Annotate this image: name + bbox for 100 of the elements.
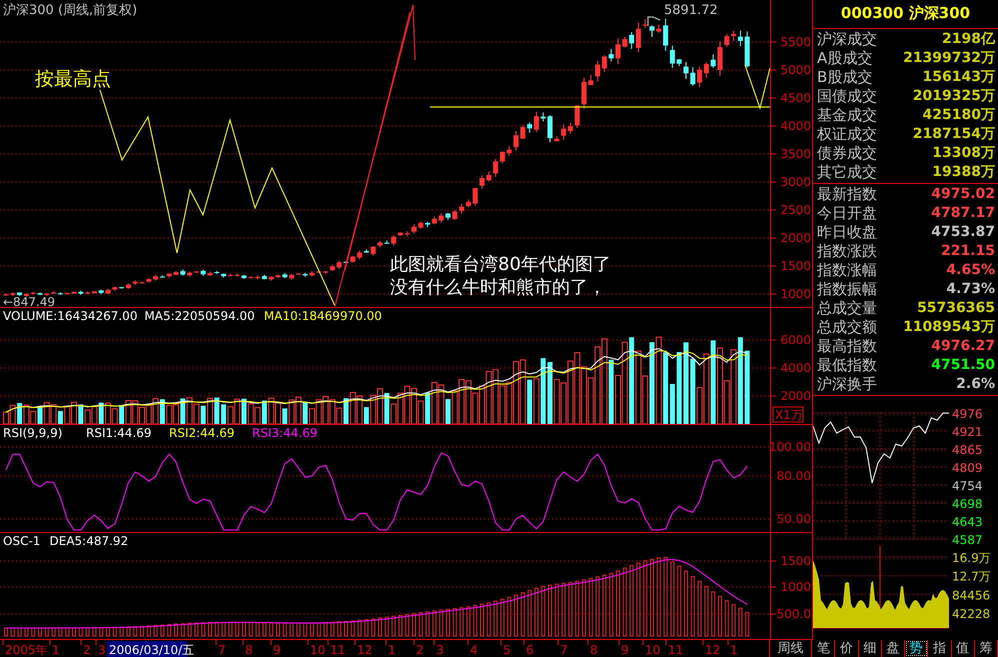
quote-label: 最新指数 — [817, 184, 877, 204]
indicator-label: OSC-1 — [3, 534, 40, 548]
axis-label: 2000 — [780, 231, 811, 245]
quote-value: 4787.17 — [931, 205, 995, 222]
quote-value: 19388万 — [932, 163, 995, 182]
axis-label: 2000 — [780, 389, 811, 403]
quote-value: 2.6% — [956, 376, 995, 392]
quote-value: 221.15 — [940, 243, 995, 260]
quote-value: 4751.50 — [931, 357, 995, 374]
date-label: 10 — [645, 643, 660, 657]
price-scale-label: 4643 — [952, 514, 983, 529]
axis-label: 80.00 — [776, 469, 811, 483]
chart-title: 沪深300 (周线,前复权) — [3, 3, 138, 18]
quote-label: A股成交 — [817, 48, 872, 68]
axis-label: 6000 — [780, 333, 811, 347]
date-label: 2 — [83, 643, 91, 657]
axis-label: 5500 — [780, 35, 811, 49]
quote-value: 4975.02 — [931, 186, 995, 202]
date-label: 11 — [668, 643, 684, 657]
quote-value: 13308万 — [932, 144, 995, 162]
quote-value: 4.65% — [946, 262, 995, 278]
date-label: 9 — [621, 643, 629, 657]
quote-value: 21399732万 — [903, 49, 995, 68]
date-label: 2 — [416, 643, 424, 657]
quote-value: 156143万 — [922, 68, 995, 86]
indicator-label: RSI1:44.69 — [86, 426, 152, 440]
quote-value: 4976.27 — [931, 338, 995, 354]
date-label: 1 — [388, 643, 396, 657]
axis-label: 1500 — [780, 554, 811, 568]
date-label: 4 — [470, 643, 478, 657]
date-label: 11 — [330, 643, 346, 657]
volume-scale-label: 12.7万 — [952, 570, 991, 584]
quote-label: 总成交额 — [817, 318, 877, 337]
quote-value: 4.73% — [946, 281, 995, 298]
quote-value: 2019325万 — [912, 87, 995, 106]
unit-label: X1万 — [772, 406, 804, 422]
date-label: 3 — [436, 643, 444, 657]
axis-label: 4500 — [780, 91, 811, 105]
date-label: 10 — [310, 643, 326, 657]
date-label: 2005年 — [5, 643, 48, 657]
indicator-label: RSI3:44.69 — [252, 426, 318, 440]
date-label: 5 — [503, 643, 511, 657]
date-label: 1 — [730, 643, 738, 657]
comment-text: 此图就看台湾80年代的图了 — [390, 254, 611, 275]
quote-label: 指数涨幅 — [817, 260, 877, 280]
quote-value: 2187154万 — [912, 125, 995, 144]
axis-label: 3000 — [780, 175, 811, 189]
volume-scale-label: 16.9万 — [952, 550, 991, 565]
indicator-label: DEA5:487.92 — [50, 534, 128, 548]
axis-label: 1500 — [780, 259, 811, 273]
axis-label: 3500 — [780, 147, 811, 161]
indicator-label: MA10:18469970.00 — [264, 309, 382, 323]
volume-scale-label: 84456 — [952, 588, 990, 602]
quote-label: 沪深换手 — [817, 374, 877, 394]
price-scale-label: 4809 — [952, 460, 983, 475]
date-label: 7 — [560, 643, 568, 657]
price-scale-label: 4698 — [952, 496, 983, 511]
price-scale-label: 4865 — [952, 442, 983, 457]
quote-label: 指数振幅 — [817, 280, 877, 299]
date-label: 8 — [245, 643, 253, 657]
axis-label: 5000 — [780, 63, 811, 77]
quote-label: 其它成交 — [817, 162, 877, 182]
date-label: 9 — [273, 643, 281, 657]
quote-label: 昨日收盘 — [817, 222, 877, 242]
axis-label: 1000 — [780, 287, 811, 301]
indicator-label: RSI2:44.69 — [169, 426, 235, 440]
axis-label: 4000 — [780, 119, 811, 133]
low-value-label: ←847.49 — [3, 295, 56, 307]
axis-label: 1000 — [780, 580, 811, 594]
cursor-date-label: 2006/03/10/五 — [107, 641, 194, 657]
axis-label: 4000 — [780, 361, 811, 375]
annotation-text: 按最高点 — [35, 68, 111, 90]
quote-label: 债券成交 — [817, 144, 877, 163]
indicator-label: RSI(9,9,9) — [3, 426, 62, 440]
peak-value-label: 5891.72 — [664, 3, 718, 18]
quote-value: 425180万 — [922, 106, 995, 124]
date-label: 3 — [98, 643, 106, 657]
price-scale-label: 4754 — [952, 478, 983, 493]
quote-label: 最低指数 — [817, 356, 877, 375]
quote-value: 55736365 — [917, 300, 995, 316]
quote-label: 基金成交 — [817, 106, 877, 125]
price-scale-label: 4921 — [952, 424, 983, 439]
price-scale-label: 4976 — [952, 406, 983, 421]
price-scale-label: 4587 — [952, 532, 983, 547]
quote-label: B股成交 — [817, 68, 872, 87]
quote-label: 总成交量 — [817, 298, 877, 318]
axis-label: 500.0 — [776, 607, 811, 621]
axis-label: 2500 — [780, 203, 811, 217]
indicator-label: VOLUME:16434267.00 — [3, 309, 138, 323]
axis-label: 100.00 — [770, 440, 811, 454]
volume-scale-label: 42228 — [952, 607, 990, 621]
quote-label: 沪深成交 — [817, 30, 877, 49]
quote-label: 今日开盘 — [817, 204, 877, 223]
view-tab[interactable]: 势 — [905, 640, 928, 657]
quote-label: 指数涨跌 — [817, 242, 877, 261]
quote-value: 4753.87 — [931, 224, 995, 240]
quote-value: 11089543万 — [903, 318, 995, 336]
quote-label: 最高指数 — [817, 336, 877, 356]
comment-text: 没有什么牛时和熊市的了， — [390, 277, 606, 298]
date-label: 8 — [590, 643, 598, 657]
